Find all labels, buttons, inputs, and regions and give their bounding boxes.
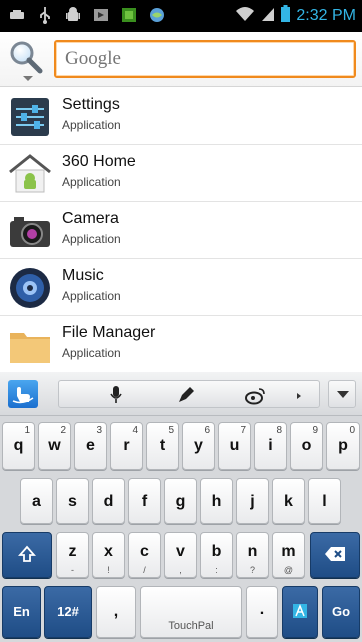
result-item-camera[interactable]: Camera Application xyxy=(0,202,362,259)
search-input[interactable] xyxy=(54,40,356,78)
key-n[interactable]: n? xyxy=(236,532,269,578)
space-key[interactable]: TouchPal xyxy=(140,586,242,638)
key-d[interactable]: d xyxy=(92,478,125,524)
key-u[interactable]: 7u xyxy=(218,422,251,470)
search-bar xyxy=(0,32,362,87)
key-o[interactable]: 9o xyxy=(290,422,323,470)
symbols-key[interactable]: 12# xyxy=(44,586,92,638)
shift-key[interactable] xyxy=(2,532,52,578)
keyboard-tools xyxy=(58,380,320,408)
usb-icon xyxy=(36,6,54,24)
camera-icon xyxy=(8,209,52,253)
key-t[interactable]: 5t xyxy=(146,422,179,470)
key-r[interactable]: 4r xyxy=(110,422,143,470)
backspace-icon xyxy=(311,546,359,567)
key-y[interactable]: 6y xyxy=(182,422,215,470)
result-item-music[interactable]: Music Application xyxy=(0,259,362,316)
home-icon xyxy=(8,152,52,196)
language-key[interactable]: En xyxy=(2,586,41,638)
result-item-settings[interactable]: Settings Application xyxy=(0,88,362,145)
search-engine-dropdown-icon[interactable] xyxy=(23,76,33,81)
shift-icon xyxy=(3,545,51,568)
key-g[interactable]: g xyxy=(164,478,197,524)
result-title: 360 Home xyxy=(62,153,136,170)
key-q[interactable]: 1q xyxy=(2,422,35,470)
key-x[interactable]: x! xyxy=(92,532,125,578)
status-time: 2:32 PM xyxy=(296,7,356,24)
music-icon xyxy=(8,266,52,310)
key-a[interactable]: a xyxy=(20,478,53,524)
signal-icon xyxy=(261,6,275,27)
result-item-file-manager[interactable]: File Manager Application xyxy=(0,316,362,373)
search-results-list: Settings Application 360 Home Applicatio… xyxy=(0,88,362,373)
go-key[interactable]: Go xyxy=(322,586,360,638)
status-left-icons xyxy=(8,6,166,24)
key-m[interactable]: m @ xyxy=(272,532,305,578)
result-item-360-home[interactable]: 360 Home Application xyxy=(0,145,362,202)
result-title: Settings xyxy=(62,96,120,113)
result-subtitle: Application xyxy=(62,175,121,189)
android-debug-icon xyxy=(64,6,82,24)
folder-icon xyxy=(8,323,52,367)
key-f[interactable]: f xyxy=(128,478,161,524)
notification-icon xyxy=(8,6,26,24)
status-right-icons: 2:32 PM xyxy=(235,5,356,27)
result-subtitle: Application xyxy=(62,118,121,132)
result-subtitle: Application xyxy=(62,346,121,360)
backspace-key[interactable] xyxy=(310,532,360,578)
collapse-keyboard-icon[interactable] xyxy=(328,380,356,408)
keyboard-toolbar xyxy=(0,372,362,416)
key-k[interactable]: k xyxy=(272,478,305,524)
pen-icon[interactable] xyxy=(175,385,197,405)
comma-key[interactable]: , xyxy=(96,586,136,638)
wifi-icon xyxy=(235,6,255,27)
key-l[interactable]: l xyxy=(308,478,341,524)
result-title: Music xyxy=(62,267,104,284)
period-key[interactable]: . xyxy=(246,586,278,638)
key-h[interactable]: h xyxy=(200,478,233,524)
key-e[interactable]: 3e xyxy=(74,422,107,470)
key-i[interactable]: 8i xyxy=(254,422,287,470)
search-icon[interactable] xyxy=(8,40,44,76)
key-z[interactable]: z- xyxy=(56,532,89,578)
key-c[interactable]: c / xyxy=(128,532,161,578)
status-bar: 2:32 PM xyxy=(0,0,362,32)
result-subtitle: Application xyxy=(62,232,121,246)
browser-icon xyxy=(148,6,166,24)
key-p[interactable]: 0p xyxy=(326,422,360,470)
soft-keyboard: 1q 2w 3e 4r 5t 6y 7u 8i 9o 0p a s d f g … xyxy=(0,372,362,642)
input-method-icon xyxy=(283,603,317,624)
storage-icon xyxy=(120,6,138,24)
media-icon xyxy=(92,6,110,24)
key-w[interactable]: 2w xyxy=(38,422,71,470)
result-subtitle: Application xyxy=(62,289,121,303)
mic-icon[interactable] xyxy=(105,385,127,405)
more-tools-arrow-icon[interactable] xyxy=(297,393,301,399)
switch-input-key[interactable] xyxy=(282,586,318,638)
key-j[interactable]: j xyxy=(236,478,269,524)
result-title: File Manager xyxy=(62,324,156,341)
result-title: Camera xyxy=(62,210,119,227)
key-b[interactable]: b: xyxy=(200,532,233,578)
settings-icon xyxy=(8,95,52,139)
touchpal-icon[interactable] xyxy=(8,380,38,408)
weibo-icon[interactable] xyxy=(245,385,267,405)
key-v[interactable]: v, xyxy=(164,532,197,578)
key-s[interactable]: s xyxy=(56,478,89,524)
battery-icon xyxy=(281,5,291,27)
